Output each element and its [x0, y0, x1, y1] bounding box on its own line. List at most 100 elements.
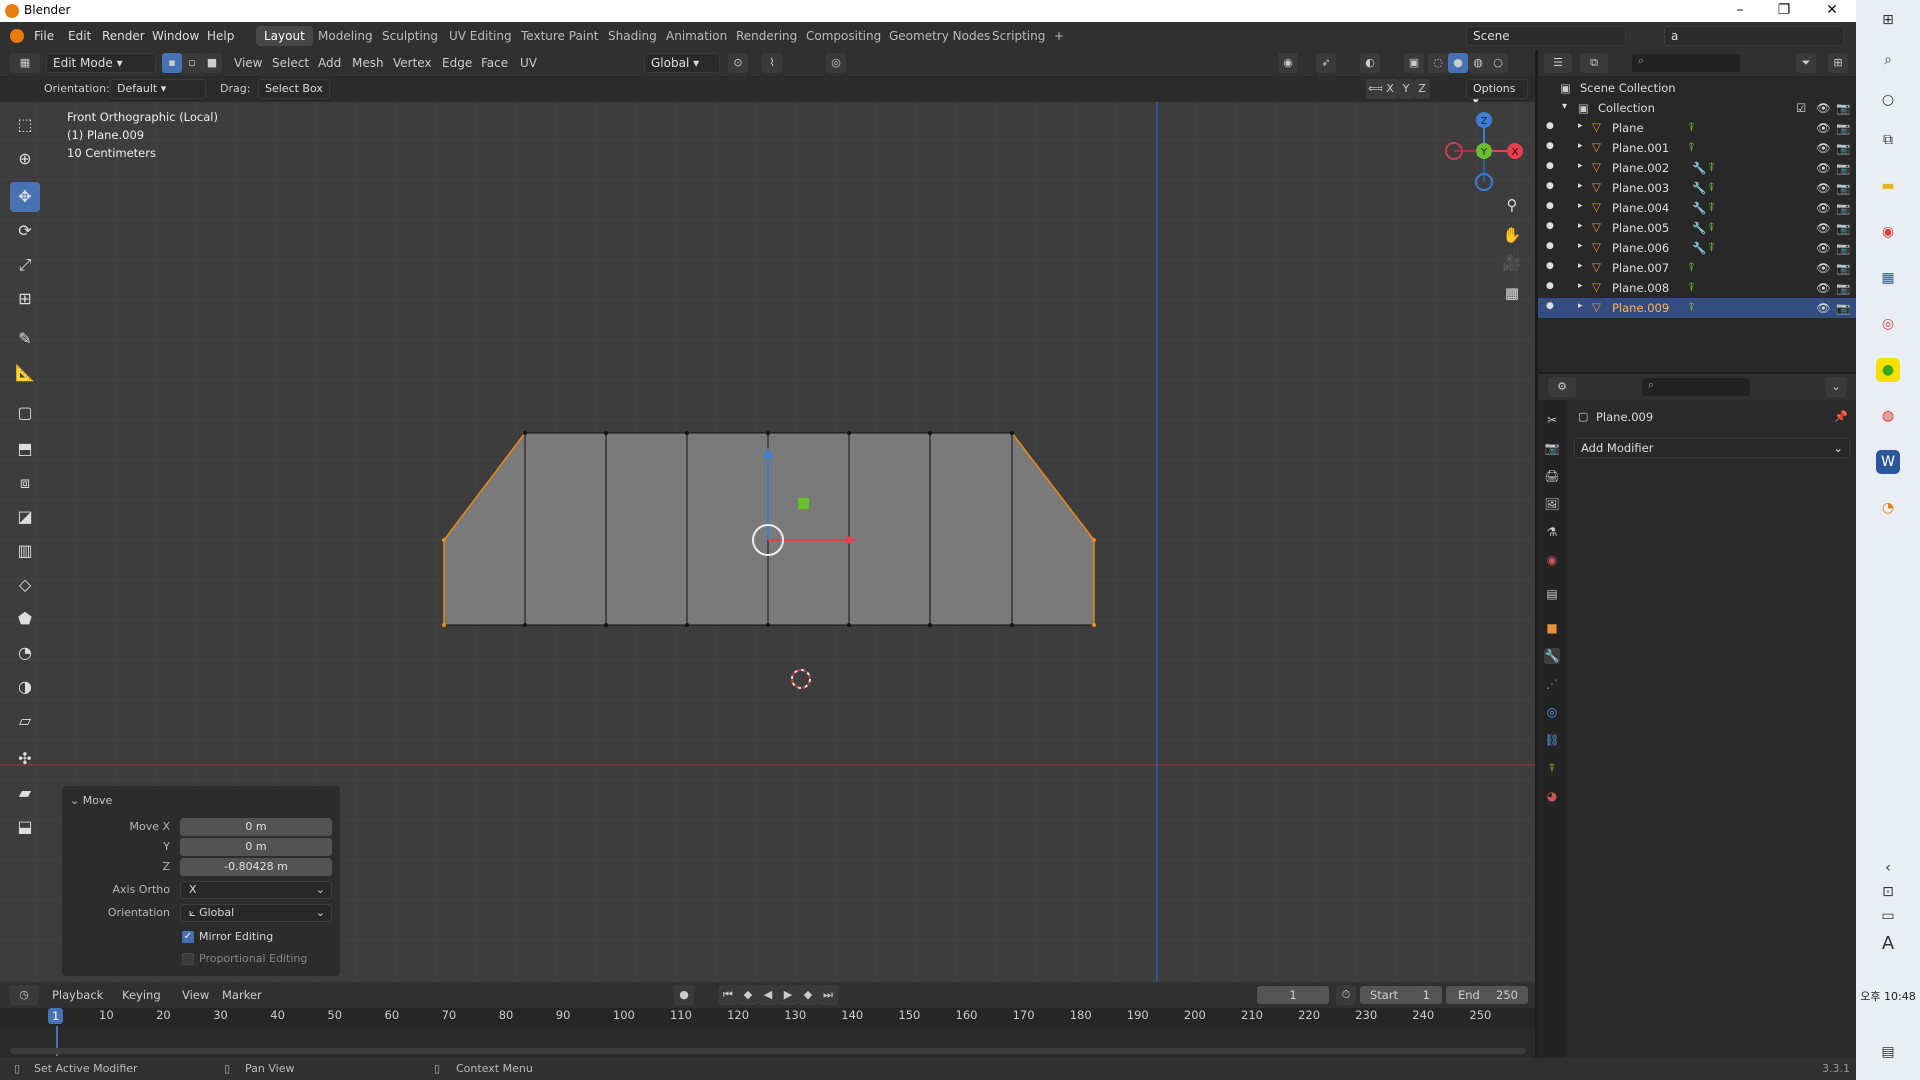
- axis-z-toggle[interactable]: Z: [1414, 79, 1430, 99]
- edit-mode-dot-icon[interactable]: ●: [1546, 161, 1554, 171]
- inset-icon[interactable]: ⧈: [10, 468, 40, 498]
- particles-tab-icon[interactable]: ⋰: [1544, 676, 1560, 692]
- proportional-edit-icon[interactable]: ◎: [826, 53, 846, 73]
- edit-mode-dot-icon[interactable]: ●: [1546, 301, 1554, 311]
- edit-mode-dot-icon[interactable]: ●: [1546, 141, 1554, 151]
- material-tab-icon[interactable]: ◕: [1544, 788, 1560, 804]
- menu-vertex[interactable]: Vertex: [393, 56, 432, 70]
- ime-indicator[interactable]: A: [1876, 932, 1900, 956]
- search-icon[interactable]: ⌕: [1876, 48, 1900, 72]
- menu-window[interactable]: Window: [152, 29, 199, 43]
- scene-tab-icon[interactable]: ⚗: [1544, 524, 1560, 540]
- outliner-object-row[interactable]: ● ▸ ▽ Plane.006 🔧 ⍒ 👁 📷: [1538, 238, 1856, 258]
- move-x-field[interactable]: 0 m: [180, 818, 332, 836]
- drag-dropdown[interactable]: Select Box: [258, 79, 330, 99]
- loop-cut-icon[interactable]: ▥: [10, 536, 40, 566]
- move-tool-icon[interactable]: ✥: [10, 182, 40, 212]
- editor-type-icon[interactable]: ▦: [10, 53, 40, 73]
- expand-arrow-icon[interactable]: ▸: [1578, 181, 1583, 191]
- object-tab-icon[interactable]: ■: [1544, 620, 1560, 636]
- chrome-icon[interactable]: ◉: [1876, 220, 1900, 244]
- poly-build-icon[interactable]: ⬟: [10, 604, 40, 634]
- transform-orientation-dropdown[interactable]: Global ▾: [644, 53, 720, 73]
- output-tab-icon[interactable]: 🖨: [1544, 468, 1560, 484]
- outliner-object-row[interactable]: ● ▸ ▽ Plane.002 🔧 ⍒ 👁 📷: [1538, 158, 1856, 178]
- constraints-tab-icon[interactable]: ⛓: [1544, 732, 1560, 748]
- outliner-collection[interactable]: ▾ ▣ Collection ☑ 👁 📷: [1538, 98, 1856, 118]
- outliner-editor-icon[interactable]: ☰: [1544, 53, 1572, 73]
- scale-tool-icon[interactable]: ⤢: [10, 250, 40, 280]
- mesh-data-icon[interactable]: ⍒: [1688, 260, 1695, 275]
- close-button[interactable]: ✕: [1810, 0, 1854, 22]
- edit-mode-dot-icon[interactable]: ●: [1546, 121, 1554, 131]
- outliner-object-row[interactable]: ● ▸ ▽ Plane.007 ⍒ 👁 📷: [1538, 258, 1856, 278]
- prev-keyframe-icon[interactable]: ◆: [738, 985, 758, 1005]
- face-select-icon[interactable]: ■: [202, 53, 222, 73]
- move-y-field[interactable]: 0 m: [180, 838, 332, 856]
- outliner-object-row[interactable]: ● ▸ ▽ Plane.003 🔧 ⍒ 👁 📷: [1538, 178, 1856, 198]
- tab-compositing[interactable]: Compositing: [798, 26, 889, 46]
- expand-arrow-icon[interactable]: ▸: [1578, 221, 1583, 231]
- mesh-data-icon[interactable]: ⍒: [1688, 280, 1695, 295]
- timeline-editor-icon[interactable]: ◷: [10, 985, 38, 1005]
- rendered-shading-icon[interactable]: ○: [1488, 53, 1508, 73]
- timeline-scrollbar[interactable]: [10, 1048, 1526, 1054]
- axis-x-toggle[interactable]: X: [1382, 79, 1398, 99]
- edge-slide-icon[interactable]: ▱: [10, 706, 40, 736]
- wireframe-shading-icon[interactable]: ◌: [1428, 53, 1448, 73]
- move-z-field[interactable]: -0.80428 m: [180, 858, 332, 876]
- menu-render[interactable]: Render: [102, 29, 145, 43]
- object-name[interactable]: Plane.004: [1612, 201, 1669, 215]
- tool-tab-icon[interactable]: ✂: [1544, 412, 1560, 428]
- menu-playback[interactable]: Playback: [52, 988, 103, 1002]
- move-panel-header[interactable]: ⌄ Move: [70, 794, 112, 807]
- menu-add[interactable]: Add: [318, 56, 341, 70]
- visibility-icon[interactable]: ◉: [1278, 53, 1298, 73]
- view-layer-selector[interactable]: a: [1664, 26, 1844, 46]
- outliner-object-row[interactable]: ● ▸ ▽ Plane.005 🔧 ⍒ 👁 📷: [1538, 218, 1856, 238]
- mesh-data-icon[interactable]: ⍒: [1708, 240, 1715, 255]
- eye-icon[interactable]: 👁: [1816, 241, 1831, 255]
- tab-animation[interactable]: Animation: [658, 26, 735, 46]
- annotate-tool-icon[interactable]: ✎: [10, 324, 40, 354]
- axis-y-toggle[interactable]: Y: [1398, 79, 1414, 99]
- tab-texture-paint[interactable]: Texture Paint: [513, 26, 606, 46]
- clock[interactable]: 오후 10:48: [1856, 988, 1920, 1004]
- app-icon[interactable]: ◍: [1876, 404, 1900, 428]
- orientation-dropdown[interactable]: Default ▾: [110, 79, 206, 99]
- overlay-icon[interactable]: ◐: [1360, 53, 1380, 73]
- object-name[interactable]: Plane.002: [1612, 161, 1669, 175]
- object-name[interactable]: Plane.009: [1612, 301, 1669, 315]
- menu-edit[interactable]: Edit: [68, 29, 91, 43]
- eye-icon[interactable]: 👁: [1816, 181, 1831, 195]
- pivot-point-icon[interactable]: ⊙: [728, 53, 748, 73]
- modifier-wrench-icon[interactable]: 🔧: [1692, 241, 1706, 255]
- world-tab-icon[interactable]: ◉: [1544, 552, 1560, 568]
- task-view-icon[interactable]: ⧉: [1876, 128, 1900, 152]
- camera-render-icon[interactable]: 📷: [1836, 141, 1850, 155]
- camera-icon[interactable]: 🎥: [1500, 254, 1524, 278]
- camera-render-icon[interactable]: 📷: [1836, 241, 1850, 255]
- eye-icon[interactable]: 👁: [1816, 161, 1831, 175]
- current-frame-field[interactable]: 1: [1257, 986, 1329, 1004]
- preview-range-icon[interactable]: ⏱: [1336, 985, 1356, 1005]
- mesh-data-icon[interactable]: ⍒: [1708, 220, 1715, 235]
- data-tab-icon[interactable]: ⍒: [1544, 760, 1560, 776]
- kakaotalk-icon[interactable]: ●: [1876, 358, 1900, 382]
- zoom-icon[interactable]: ⚲: [1500, 196, 1524, 220]
- view-layer-tab-icon[interactable]: 🖼: [1544, 496, 1560, 512]
- menu-timeline-view[interactable]: View: [182, 988, 209, 1002]
- modifier-tab-icon[interactable]: 🔧: [1544, 648, 1560, 664]
- windows-start-icon[interactable]: ⊞: [1876, 8, 1900, 32]
- expand-arrow-icon[interactable]: ▸: [1578, 281, 1583, 291]
- camera-render-icon[interactable]: 📷: [1836, 101, 1850, 115]
- rip-icon[interactable]: ⬓: [10, 812, 40, 842]
- auto-keying-icon[interactable]: ●: [674, 985, 694, 1005]
- ortho-grid-icon[interactable]: ▦: [1500, 284, 1524, 308]
- expand-arrow-icon[interactable]: ▸: [1578, 141, 1583, 151]
- properties-options-icon[interactable]: ⌄: [1826, 377, 1846, 397]
- play-icon[interactable]: ▶: [778, 985, 798, 1005]
- properties-editor-icon[interactable]: ⚙: [1548, 377, 1576, 397]
- add-workspace-button[interactable]: +: [1046, 26, 1072, 46]
- modifier-wrench-icon[interactable]: 🔧: [1692, 201, 1706, 215]
